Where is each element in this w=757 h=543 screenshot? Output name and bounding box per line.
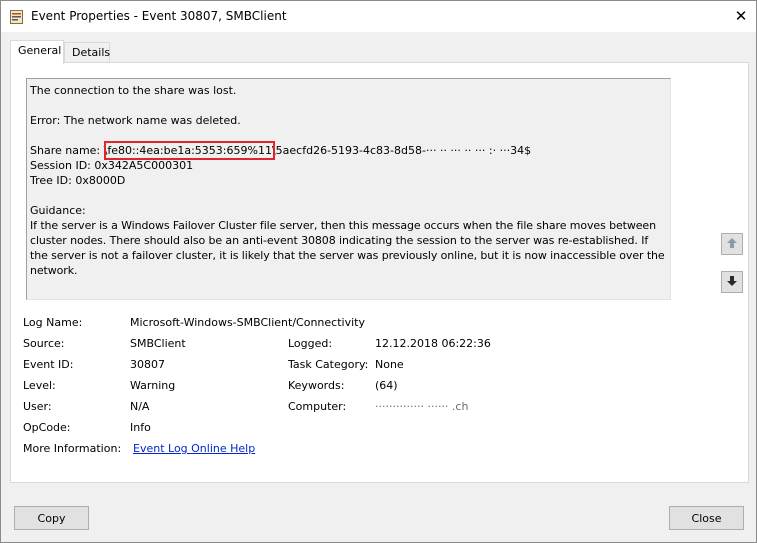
- previous-event-button[interactable]: [721, 233, 743, 255]
- level-value[interactable]: Warning: [130, 379, 175, 392]
- task-category-value[interactable]: None: [375, 358, 404, 371]
- guidance-text: If the server is a Windows Failover Clus…: [30, 219, 665, 277]
- log-name-label: Log Name:: [23, 316, 83, 329]
- title-bar: Event Properties - Event 30807, SMBClien…: [1, 1, 756, 32]
- user-value[interactable]: N/A: [130, 400, 149, 413]
- tree-id-line: Tree ID: 0x8000D: [30, 174, 126, 187]
- close-icon[interactable]: ✕: [728, 4, 754, 28]
- computer-value[interactable]: ·············· ······ .ch: [375, 400, 468, 413]
- source-label: Source:: [23, 337, 65, 350]
- next-event-button[interactable]: [721, 271, 743, 293]
- computer-label: Computer:: [288, 400, 347, 413]
- user-label: User:: [23, 400, 52, 413]
- event-properties-window: Event Properties - Event 30807, SMBClien…: [0, 0, 757, 543]
- opcode-value[interactable]: Info: [130, 421, 151, 434]
- copy-button[interactable]: Copy: [14, 506, 89, 530]
- highlighted-ipv6-address: fe80::4ea:be1a:5353:659%11: [104, 141, 275, 160]
- opcode-label: OpCode:: [23, 421, 71, 434]
- event-log-online-help-link[interactable]: Event Log Online Help: [133, 442, 255, 455]
- arrow-down-icon: [725, 274, 739, 291]
- share-name-prefix: Share name: \: [30, 144, 108, 157]
- task-category-label: Task Category:: [288, 358, 369, 371]
- source-value[interactable]: SMBClient: [130, 337, 186, 350]
- description-line: The connection to the share was lost.: [30, 84, 237, 97]
- tab-general[interactable]: General: [10, 40, 64, 64]
- keywords-label: Keywords:: [288, 379, 345, 392]
- share-name-line: Share name: \fe80::4ea:be1a:5353:659%11\…: [30, 141, 667, 160]
- more-information-label: More Information:: [23, 442, 122, 455]
- event-description-box[interactable]: The connection to the share was lost. Er…: [26, 78, 671, 300]
- log-name-value[interactable]: Microsoft-Windows-SMBClient/Connectivity: [130, 316, 365, 329]
- window-title: Event Properties - Event 30807, SMBClien…: [31, 9, 287, 23]
- general-tab-panel: The connection to the share was lost. Er…: [10, 62, 749, 483]
- logged-value[interactable]: 12.12.2018 06:22:36: [375, 337, 491, 350]
- arrow-up-icon: [725, 236, 739, 253]
- session-id-line: Session ID: 0x342A5C000301: [30, 159, 194, 172]
- level-label: Level:: [23, 379, 56, 392]
- share-name-suffix: \5aecfd26-5193-4c83-8d58-··· ·· ··· ·· ·…: [271, 144, 532, 157]
- tab-details[interactable]: Details: [64, 42, 110, 63]
- event-id-value[interactable]: 30807: [130, 358, 165, 371]
- logged-label: Logged:: [288, 337, 333, 350]
- event-id-label: Event ID:: [23, 358, 74, 371]
- event-viewer-icon: [10, 10, 23, 24]
- guidance-label: Guidance:: [30, 204, 86, 217]
- keywords-value[interactable]: (64): [375, 379, 398, 392]
- close-button[interactable]: Close: [669, 506, 744, 530]
- error-line: Error: The network name was deleted.: [30, 114, 241, 127]
